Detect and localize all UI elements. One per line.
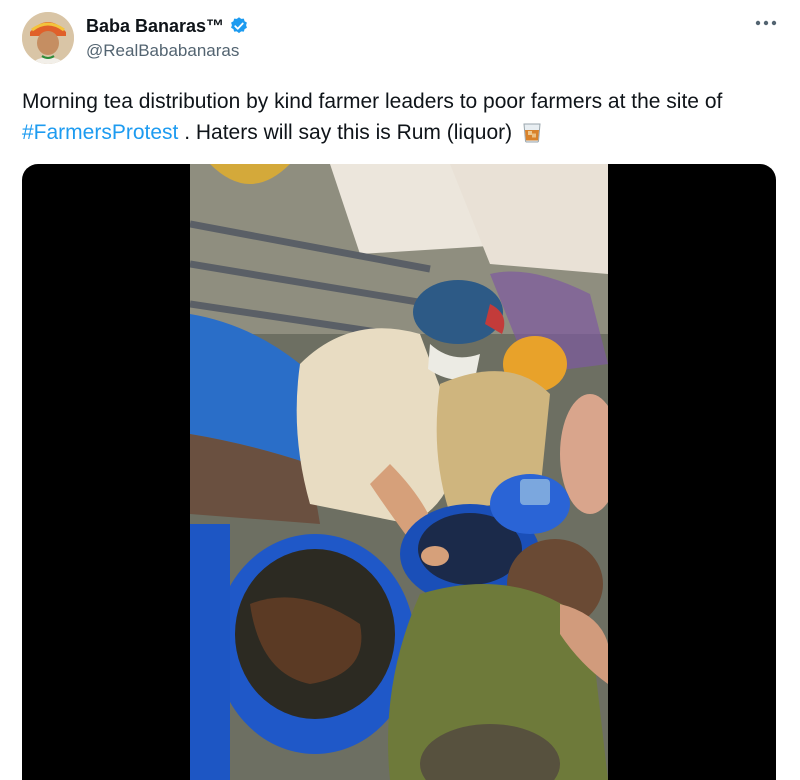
tweet-text-part1: Morning tea distribution by kind farmer … xyxy=(22,90,723,113)
tweet-media-video[interactable] xyxy=(22,164,776,780)
author-handle[interactable]: @RealBababanaras xyxy=(86,41,249,61)
hashtag-link[interactable]: #FarmersProtest xyxy=(22,121,178,144)
tweet-text: Morning tea distribution by kind farmer … xyxy=(22,86,762,148)
tumbler-glass-icon xyxy=(522,121,542,143)
avatar-image-icon xyxy=(22,12,74,64)
more-options-button[interactable] xyxy=(752,12,780,34)
verified-badge-icon xyxy=(229,16,249,36)
tweet-header: Baba Banaras™ @RealBababanaras xyxy=(22,12,780,68)
author-avatar[interactable] xyxy=(22,12,74,64)
author-display-name[interactable]: Baba Banaras™ xyxy=(86,16,224,37)
author-names: Baba Banaras™ @RealBababanaras xyxy=(86,14,249,61)
tweet-text-part2: . Haters will say this is Rum (liquor) xyxy=(178,121,513,144)
video-frame xyxy=(190,164,608,780)
display-name-row: Baba Banaras™ xyxy=(86,14,249,38)
more-horizontal-icon xyxy=(755,20,777,26)
